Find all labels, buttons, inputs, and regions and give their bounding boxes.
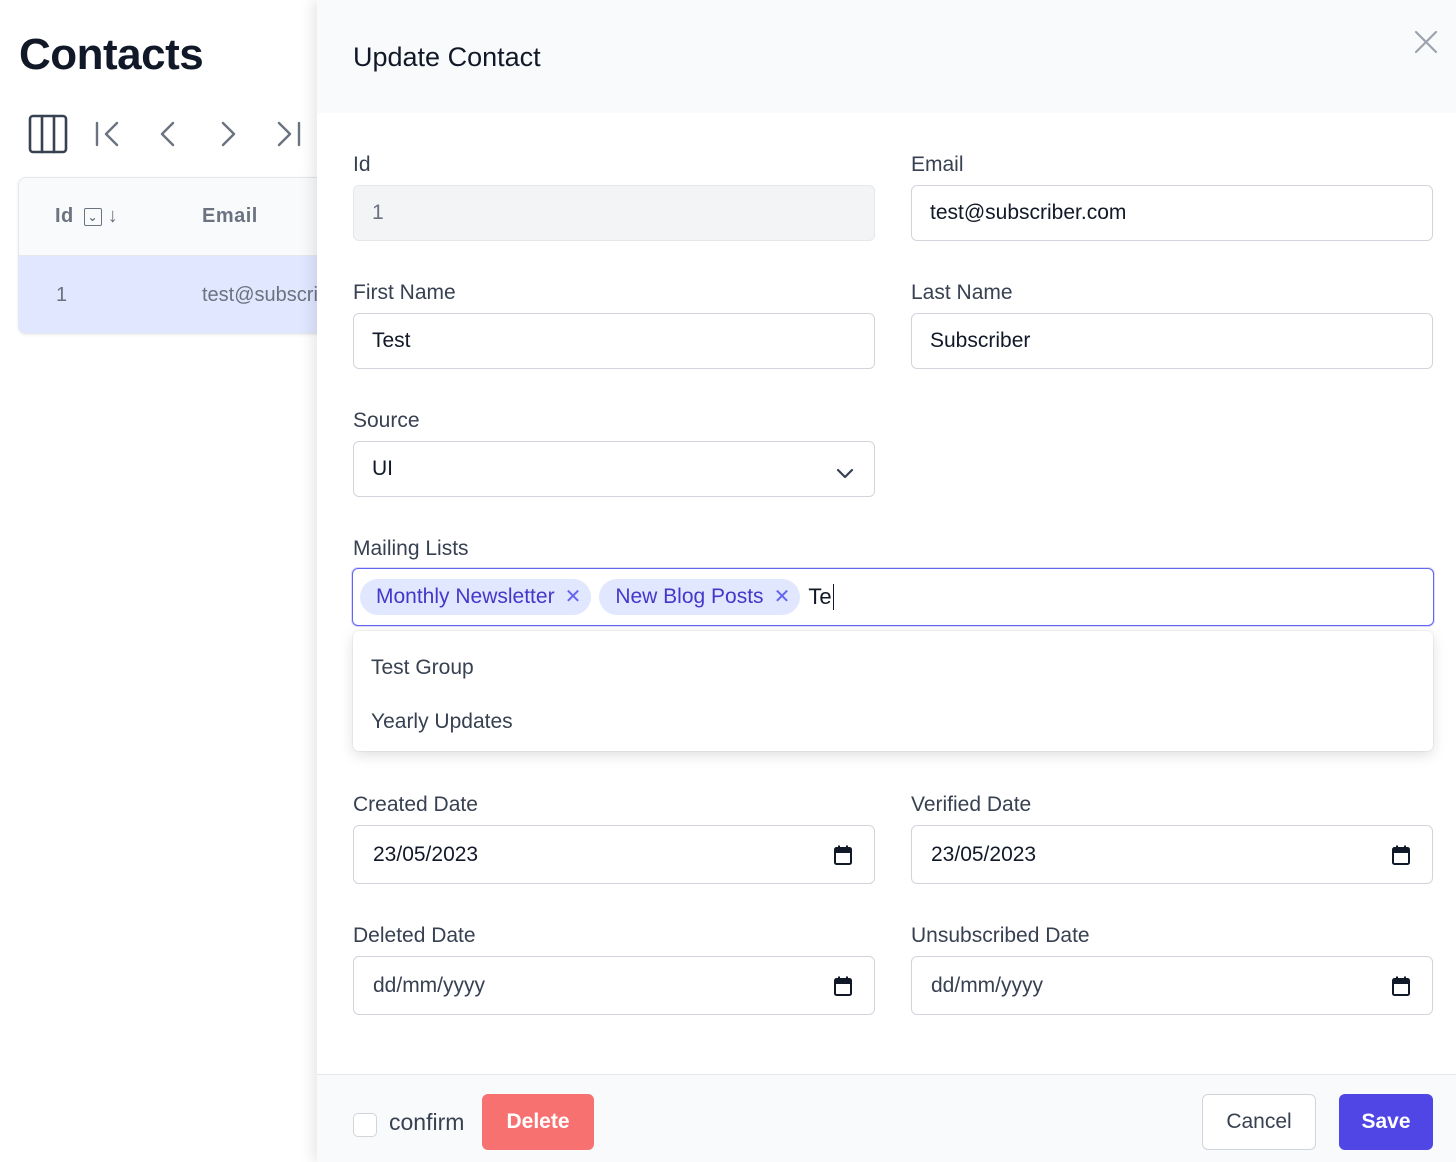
sort-down-icon[interactable]: ↓ — [108, 205, 119, 228]
cell-email: test@subscri — [202, 284, 318, 306]
next-page-button[interactable] — [206, 112, 250, 156]
page-title: Contacts — [19, 30, 204, 79]
last-page-button[interactable] — [266, 112, 310, 156]
source-value: UI — [372, 457, 393, 480]
mailing-lists-dropdown: Test Group Yearly Updates — [353, 631, 1433, 751]
unsubscribed-date-label: Unsubscribed Date — [911, 924, 1090, 947]
column-header-id[interactable]: Id ⌄ ↓ — [19, 205, 202, 228]
first-name-field[interactable]: Test — [353, 313, 875, 369]
cancel-button[interactable]: Cancel — [1202, 1094, 1316, 1150]
verified-date-field[interactable]: 23/05/2023 — [911, 825, 1433, 884]
deleted-date-field[interactable]: dd/mm/yyyy — [353, 956, 875, 1015]
chip-new-blog-posts: New Blog Posts ✕ — [599, 579, 801, 615]
mailing-lists-typed-text[interactable]: Te — [808, 584, 835, 610]
source-label: Source — [353, 409, 420, 432]
prev-page-icon — [160, 121, 175, 147]
dropdown-option-yearly-updates[interactable]: Yearly Updates — [353, 695, 1433, 749]
email-value: test@subscriber.com — [930, 201, 1127, 224]
chip-remove-icon[interactable]: ✕ — [774, 587, 791, 607]
confirm-label: confirm — [389, 1109, 465, 1135]
last-name-field[interactable]: Subscriber — [911, 313, 1433, 369]
dropdown-option-test-group[interactable]: Test Group — [353, 641, 1433, 695]
mailing-lists-label: Mailing Lists — [353, 537, 469, 560]
source-select[interactable]: UI — [353, 441, 875, 497]
next-page-icon — [221, 121, 236, 147]
first-name-label: First Name — [353, 281, 456, 304]
verified-date-label: Verified Date — [911, 793, 1032, 816]
drawer-header: Update Contact — [317, 0, 1456, 113]
unsubscribed-date-field[interactable]: dd/mm/yyyy — [911, 956, 1433, 1015]
confirm-checkbox[interactable] — [353, 1113, 377, 1137]
last-name-value: Subscriber — [930, 329, 1031, 352]
column-header-email-label: Email — [202, 205, 258, 227]
first-name-value: Test — [372, 329, 411, 352]
deleted-date-value: dd/mm/yyyy — [373, 973, 486, 997]
id-value: 1 — [372, 201, 384, 224]
id-field: 1 — [353, 185, 875, 241]
chevron-down-icon — [836, 463, 854, 487]
checkbox-filter-icon[interactable]: ⌄ — [83, 207, 102, 226]
verified-date-value: 23/05/2023 — [931, 842, 1037, 866]
close-button[interactable] — [1412, 28, 1440, 56]
delete-button[interactable]: Delete — [482, 1094, 594, 1150]
deleted-date-label: Deleted Date — [353, 924, 476, 947]
save-button[interactable]: Save — [1339, 1094, 1433, 1150]
email-label: Email — [911, 153, 964, 176]
table-toolbar — [26, 112, 326, 156]
created-date-label: Created Date — [353, 793, 478, 816]
created-date-value: 23/05/2023 — [373, 842, 479, 866]
columns-icon — [28, 114, 68, 154]
calendar-icon[interactable] — [1392, 976, 1410, 1002]
chip-remove-icon[interactable]: ✕ — [565, 587, 582, 607]
calendar-icon[interactable] — [834, 976, 852, 1002]
update-contact-drawer: Update Contact Id 1 Email test@subscribe… — [317, 0, 1456, 1162]
first-page-icon — [95, 121, 119, 147]
chip-label: New Blog Posts — [615, 585, 764, 608]
calendar-icon[interactable] — [1392, 845, 1410, 871]
unsubscribed-date-value: dd/mm/yyyy — [931, 973, 1044, 997]
column-header-email[interactable]: Email — [202, 205, 258, 228]
email-field[interactable]: test@subscriber.com — [911, 185, 1433, 241]
last-page-icon — [277, 121, 301, 147]
first-page-button[interactable] — [86, 112, 130, 156]
column-header-id-label: Id — [55, 205, 74, 227]
chip-monthly-newsletter: Monthly Newsletter ✕ — [360, 579, 592, 615]
mailing-lists-input[interactable]: Monthly Newsletter ✕ New Blog Posts ✕ Te — [352, 568, 1434, 626]
last-name-label: Last Name — [911, 281, 1013, 304]
drawer-title: Update Contact — [353, 42, 541, 72]
text-caret — [832, 584, 835, 610]
cell-id: 1 — [56, 284, 68, 306]
calendar-icon[interactable] — [834, 845, 852, 871]
created-date-field[interactable]: 23/05/2023 — [353, 825, 875, 884]
drawer-footer: confirm Delete Cancel Save — [317, 1074, 1456, 1162]
prev-page-button[interactable] — [146, 112, 190, 156]
chip-label: Monthly Newsletter — [376, 585, 555, 608]
close-icon — [1414, 30, 1438, 54]
columns-button[interactable] — [26, 112, 70, 156]
typed-value: Te — [808, 584, 832, 609]
id-label: Id — [353, 153, 371, 176]
